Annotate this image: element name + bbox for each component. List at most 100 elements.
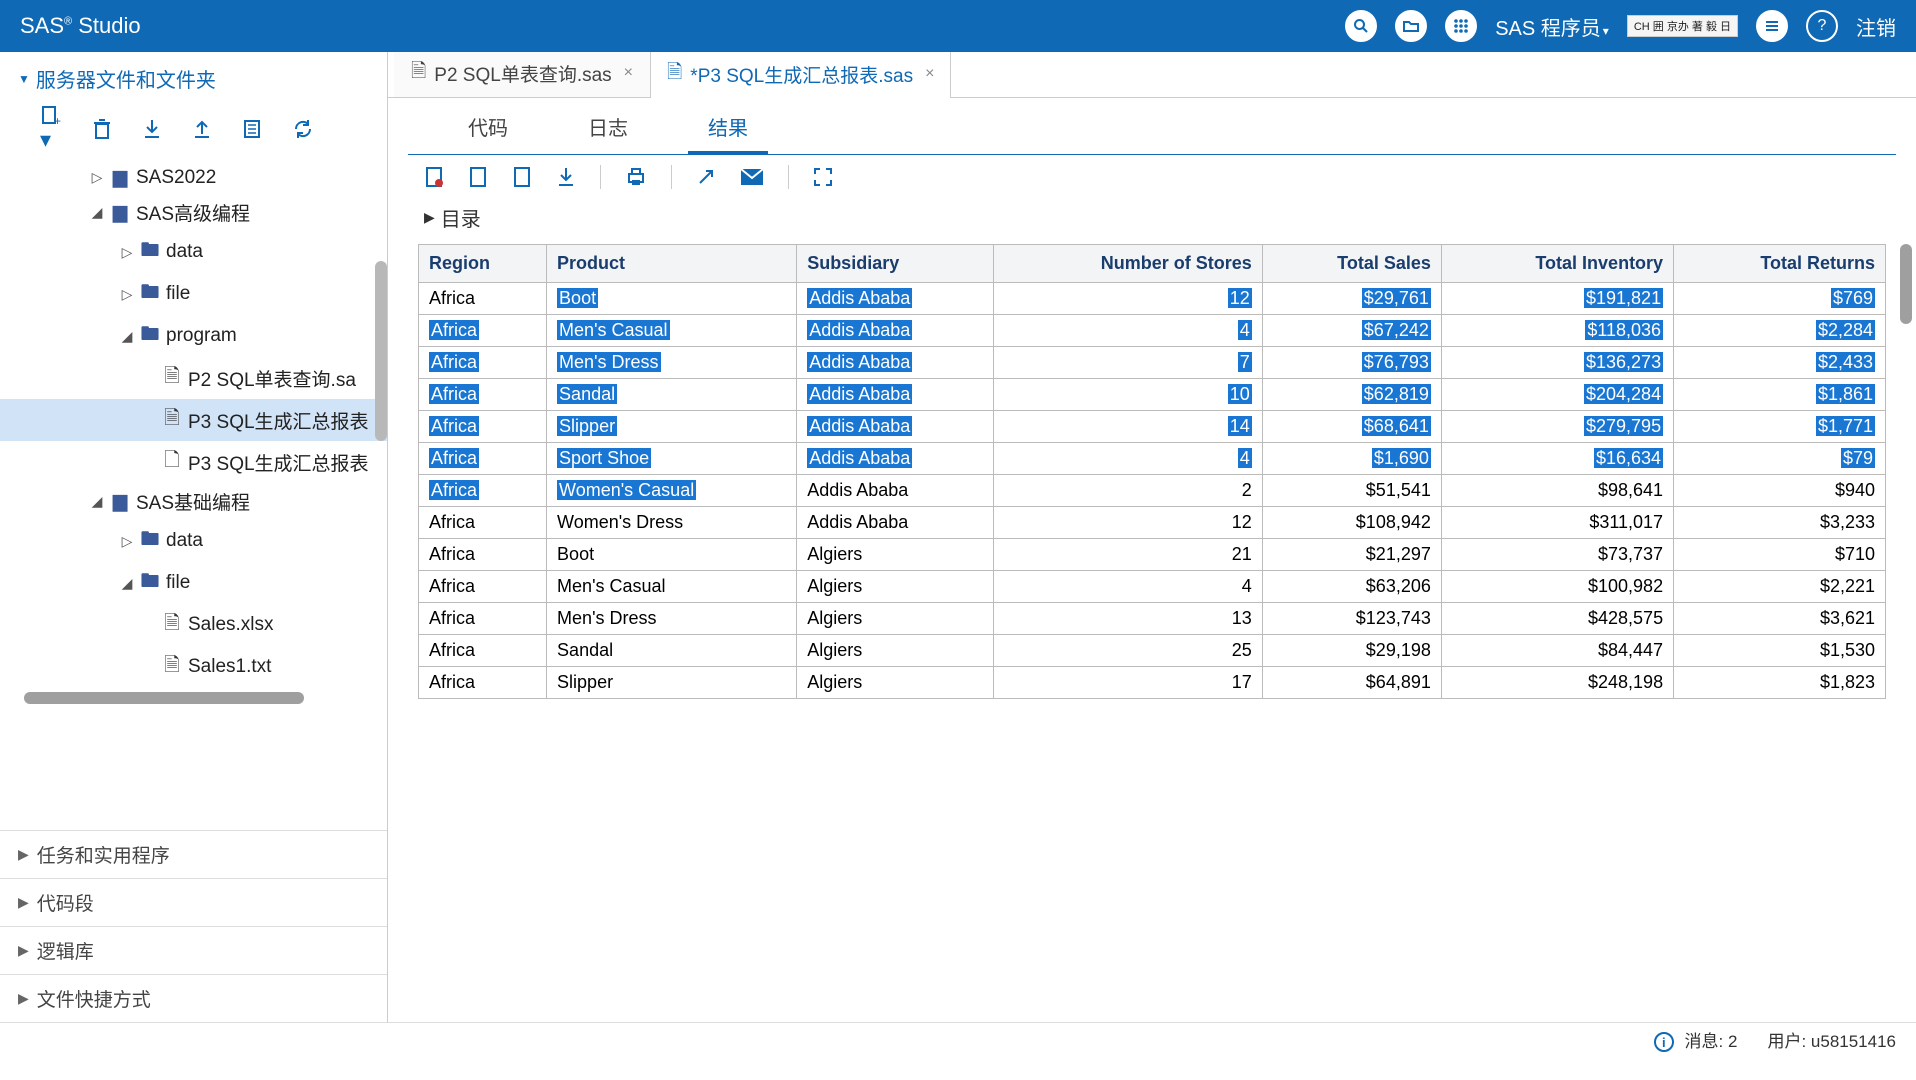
cell-stores: 17 <box>994 667 1263 699</box>
cell-subsidiary: Algiers <box>797 635 994 667</box>
cell-inventory: $204,284 <box>1441 379 1673 411</box>
folder-icon: ▆ <box>110 166 130 189</box>
cell-inventory: $98,641 <box>1441 475 1673 507</box>
export-pdf-icon[interactable] <box>468 166 488 188</box>
table-row[interactable]: AfricaWomen's DressAddis Ababa12$108,942… <box>419 507 1886 539</box>
folder-icon: ▆ <box>110 490 130 513</box>
tree-label: Sales.xlsx <box>188 614 274 636</box>
tree-file-p2[interactable]: 🗎P2 SQL单表查询.sa <box>0 357 387 399</box>
sidebar-section-shortcuts[interactable]: ▶文件快捷方式 <box>0 974 387 1022</box>
delete-icon[interactable] <box>92 118 112 140</box>
table-row[interactable]: AfricaMen's CasualAddis Ababa4$67,242$11… <box>419 315 1886 347</box>
subtab-code[interactable]: 代码 <box>448 106 528 154</box>
signout-button[interactable]: 注销 <box>1856 12 1896 41</box>
tree-folder-program[interactable]: ◢🖿program <box>0 315 387 357</box>
export-html-icon[interactable] <box>424 166 444 188</box>
tree-folder-file2[interactable]: ◢🖿file <box>0 562 387 604</box>
section-label: 文件快捷方式 <box>37 985 151 1012</box>
table-row[interactable]: AfricaSlipperAlgiers17$64,891$248,198$1,… <box>419 667 1886 699</box>
caret-right-icon: ▷ <box>120 286 134 303</box>
messages-indicator[interactable]: i 消息: 2 <box>1654 1027 1738 1053</box>
tree-scrollbar-vertical[interactable] <box>375 261 387 441</box>
cell-inventory: $136,273 <box>1441 347 1673 379</box>
refresh-icon[interactable] <box>292 118 314 140</box>
cell-product: Women's Dress <box>547 507 797 539</box>
download-icon[interactable] <box>142 118 162 140</box>
cell-sales: $68,641 <box>1262 411 1441 443</box>
subtab-results[interactable]: 结果 <box>688 106 768 154</box>
tree-file-salest[interactable]: 🗎Sales1.txt <box>0 646 387 688</box>
folder-open-icon[interactable] <box>1395 10 1427 42</box>
print-icon[interactable] <box>625 166 647 188</box>
view-tabs: 代码 日志 结果 <box>408 98 1896 155</box>
download-results-icon[interactable] <box>556 166 576 188</box>
table-row[interactable]: AfricaSandalAlgiers25$29,198$84,447$1,53… <box>419 635 1886 667</box>
export-rtf-icon[interactable] <box>512 166 532 188</box>
cell-region: Africa <box>419 379 547 411</box>
toc-label: 目录 <box>441 203 481 232</box>
cell-product: Men's Dress <box>547 347 797 379</box>
toc-toggle[interactable]: ▶ 目录 <box>388 199 1916 244</box>
tree-file-p3b[interactable]: 🗋P3 SQL生成汇总报表 <box>0 441 387 483</box>
cell-inventory: $16,634 <box>1441 443 1673 475</box>
open-new-window-icon[interactable] <box>696 167 716 187</box>
cell-sales: $63,206 <box>1262 571 1441 603</box>
tree-folder-data2[interactable]: ▷🖿data <box>0 520 387 562</box>
cell-stores: 12 <box>994 283 1263 315</box>
tree-label: P3 SQL生成汇总报表 <box>188 449 369 476</box>
programmer-menu[interactable]: SAS 程序员▾ <box>1495 12 1609 41</box>
cell-returns: $1,861 <box>1674 379 1886 411</box>
tree-folder-data[interactable]: ▷🖿data <box>0 231 387 273</box>
tree-folder-basic[interactable]: ◢▆SAS基础编程 <box>0 483 387 520</box>
excel-file-icon: 🗎 <box>162 609 182 641</box>
tree-file-salesx[interactable]: 🗎 Sales.xlsx <box>0 604 387 646</box>
close-icon[interactable]: × <box>925 65 934 83</box>
help-icon[interactable]: ? <box>1806 10 1838 42</box>
caret-down-icon: ◢ <box>120 328 134 345</box>
sidebar-section-libraries[interactable]: ▶ 逻辑库 <box>0 926 387 974</box>
tab-p2[interactable]: 🗎 P2 SQL单表查询.sas × <box>394 52 650 97</box>
upload-icon[interactable] <box>192 118 212 140</box>
caret-down-icon: ◢ <box>120 575 134 592</box>
tree-scrollbar-horizontal[interactable] <box>24 692 304 704</box>
table-row[interactable]: AfricaSport ShoeAddis Ababa4$1,690$16,63… <box>419 443 1886 475</box>
tree-label: file <box>166 283 190 305</box>
section-label: 逻辑库 <box>37 937 94 964</box>
table-row[interactable]: AfricaSandalAddis Ababa10$62,819$204,284… <box>419 379 1886 411</box>
search-icon[interactable] <box>1345 10 1377 42</box>
results-table: Region Product Subsidiary Number of Stor… <box>418 244 1886 699</box>
tree-folder-file[interactable]: ▷🖿file <box>0 273 387 315</box>
triangle-right-icon: ▶ <box>18 942 29 959</box>
table-row[interactable]: AfricaMen's DressAddis Ababa7$76,793$136… <box>419 347 1886 379</box>
app-header: SAS® Studio SAS 程序员▾ CH 囲 京办 著 毅 日 ? 注销 <box>0 0 1916 52</box>
table-row[interactable]: AfricaMen's CasualAlgiers4$63,206$100,98… <box>419 571 1886 603</box>
close-icon[interactable]: × <box>624 64 633 82</box>
cell-subsidiary: Addis Ababa <box>797 347 994 379</box>
table-row[interactable]: AfricaWomen's CasualAddis Ababa2$51,541$… <box>419 475 1886 507</box>
subtab-log[interactable]: 日志 <box>568 106 648 154</box>
cell-subsidiary: Addis Ababa <box>797 507 994 539</box>
table-row[interactable]: AfricaMen's DressAlgiers13$123,743$428,5… <box>419 603 1886 635</box>
cell-stores: 4 <box>994 443 1263 475</box>
fullscreen-icon[interactable] <box>813 167 833 187</box>
apps-grid-icon[interactable] <box>1445 10 1477 42</box>
cell-subsidiary: Algiers <box>797 539 994 571</box>
tree-file-p3a[interactable]: 🗎P3 SQL生成汇总报表 <box>0 399 387 441</box>
tree-folder-sas2022[interactable]: ▷▆SAS2022 <box>0 161 387 194</box>
tab-p3[interactable]: 🗎 *P3 SQL生成汇总报表.sas × <box>650 52 951 98</box>
email-icon[interactable] <box>740 168 764 186</box>
sidebar-section-tasks[interactable]: ▶任务和实用程序 <box>0 830 387 878</box>
tree-folder-adv[interactable]: ◢▆SAS高级编程 <box>0 194 387 231</box>
more-options-icon[interactable] <box>1756 10 1788 42</box>
sidebar-section-files[interactable]: ▼ 服务器文件和文件夹 <box>0 52 387 101</box>
results-scrollbar-vertical[interactable] <box>1900 244 1912 324</box>
table-row[interactable]: AfricaSlipperAddis Ababa14$68,641$279,79… <box>419 411 1886 443</box>
table-row[interactable]: AfricaBootAddis Ababa12$29,761$191,821$7… <box>419 283 1886 315</box>
cell-region: Africa <box>419 571 547 603</box>
tree-label: SAS高级编程 <box>136 199 250 226</box>
properties-icon[interactable] <box>242 118 262 140</box>
cell-product: Sport Shoe <box>547 443 797 475</box>
table-row[interactable]: AfricaBootAlgiers21$21,297$73,737$710 <box>419 539 1886 571</box>
sidebar-section-snippets[interactable]: ▶代码段 <box>0 878 387 926</box>
new-file-icon[interactable]: +▾ <box>40 105 62 153</box>
